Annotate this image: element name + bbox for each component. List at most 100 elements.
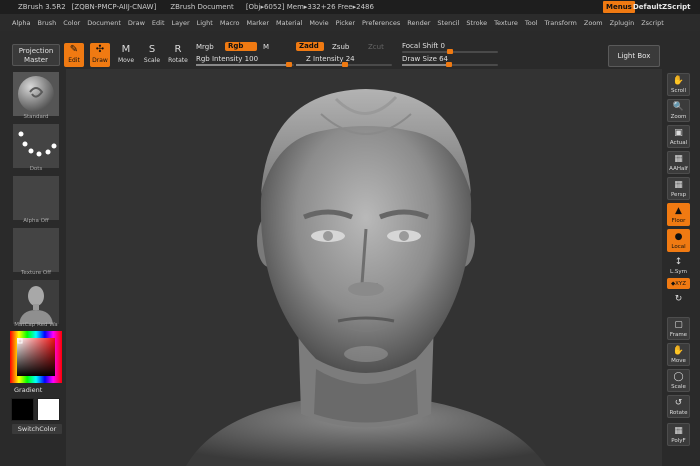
- menu-stroke[interactable]: Stroke: [466, 19, 487, 27]
- menu-draw[interactable]: Draw: [128, 19, 145, 27]
- draw-size-fill: [402, 64, 446, 66]
- zoom-label: Zoom: [670, 114, 687, 120]
- menu-macro[interactable]: Macro: [220, 19, 240, 27]
- focal-shift-slider[interactable]: [402, 49, 498, 54]
- menu-color[interactable]: Color: [63, 19, 80, 27]
- light-box-button[interactable]: Light Box: [608, 45, 660, 67]
- floor-button[interactable]: ▲ Floor: [667, 203, 690, 226]
- rotate-view-button[interactable]: ↺ Rotate: [667, 395, 690, 418]
- menu-transform[interactable]: Transform: [545, 19, 577, 27]
- scale-view-button[interactable]: ◯ Scale: [667, 369, 690, 392]
- floor-label: Floor: [671, 218, 686, 224]
- mrgb-button[interactable]: Mrgb: [196, 43, 214, 51]
- menu-tool[interactable]: Tool: [525, 19, 538, 27]
- material-thumbnail[interactable]: [12, 279, 60, 325]
- scale-mode-button[interactable]: S Scale: [142, 43, 162, 67]
- scroll-button[interactable]: ✋ Scroll: [667, 73, 690, 96]
- menu-zscript[interactable]: Zscript: [641, 19, 664, 27]
- default-zscript-button[interactable]: DefaultZScript: [633, 0, 691, 14]
- menus-button[interactable]: Menus: [603, 1, 635, 13]
- projection-master-button[interactable]: Projection Master: [12, 44, 60, 66]
- draw-size-slider[interactable]: [402, 62, 498, 67]
- scale-view-icon: ◯: [673, 372, 684, 382]
- rgb-button[interactable]: Rgb: [225, 42, 257, 51]
- zcut-button[interactable]: Zcut: [368, 43, 384, 51]
- edit-mode-button[interactable]: ✎ Edit: [64, 43, 84, 67]
- m-button[interactable]: M: [263, 43, 269, 51]
- lsym-icon: ↕: [674, 257, 683, 267]
- xyz-button[interactable]: ◆XYZ: [667, 278, 690, 289]
- rgb-intensity-knob[interactable]: [286, 62, 292, 67]
- top-shelf: Projection Master ✎ Edit ✣ Draw M Move S…: [0, 31, 700, 70]
- stroke-thumbnail-dots[interactable]: [12, 123, 60, 169]
- left-tray: Standard Dots Alpha Off Texture Off MatC…: [0, 69, 66, 466]
- rotate-label: Rotate: [168, 57, 188, 64]
- persp-button[interactable]: ▦ Persp: [667, 177, 690, 200]
- focal-shift-slider-label[interactable]: Focal Shift 0: [402, 42, 445, 50]
- menu-alpha[interactable]: Alpha: [12, 19, 30, 27]
- matcap-head-icon: [19, 286, 53, 324]
- z-intensity-knob[interactable]: [342, 62, 348, 67]
- move-hand-icon: ✋: [672, 346, 685, 356]
- menu-light[interactable]: Light: [197, 19, 213, 27]
- lsym-button[interactable]: ↕ L.Sym: [667, 255, 690, 278]
- app-title: ZBrush 3.5R2: [18, 3, 66, 11]
- brush-thumbnail-standard[interactable]: [12, 71, 60, 117]
- menu-movie[interactable]: Movie: [309, 19, 328, 27]
- dots-stroke-icon: [18, 131, 57, 157]
- stroke-label: Dots: [29, 166, 43, 172]
- local-button[interactable]: ● Local: [667, 229, 690, 252]
- document-canvas[interactable]: [66, 69, 662, 466]
- menu-material[interactable]: Material: [276, 19, 302, 27]
- local-label: Local: [671, 244, 686, 250]
- secondary-color-swatch[interactable]: [37, 398, 60, 421]
- zsub-button[interactable]: Zsub: [332, 43, 349, 51]
- aahalf-button[interactable]: ▦ AAHalf: [667, 151, 690, 174]
- menu-brush[interactable]: Brush: [37, 19, 56, 27]
- standard-brush-icon: [18, 76, 54, 112]
- switch-color-button[interactable]: SwitchColor: [12, 424, 62, 434]
- draw-mode-button[interactable]: ✣ Draw: [90, 43, 110, 67]
- focal-shift-knob[interactable]: [447, 49, 453, 54]
- menu-edit[interactable]: Edit: [152, 19, 165, 27]
- polyf-icon: ▦: [674, 426, 683, 436]
- menu-layer[interactable]: Layer: [172, 19, 190, 27]
- alpha-thumbnail[interactable]: [12, 175, 60, 221]
- draw-size-knob[interactable]: [446, 62, 452, 67]
- rotate-axis-icon-button[interactable]: ↻: [667, 292, 690, 310]
- rgb-intensity-slider-label[interactable]: Rgb Intensity 100: [196, 55, 258, 63]
- menu-render[interactable]: Render: [407, 19, 430, 27]
- menu-zplugin[interactable]: Zplugin: [610, 19, 635, 27]
- draw-crosshair-icon: ✣: [95, 44, 105, 55]
- move-icon: M: [121, 44, 131, 55]
- color-picker[interactable]: [10, 331, 62, 383]
- menu-document[interactable]: Document: [87, 19, 121, 27]
- rgb-intensity-slider[interactable]: [196, 62, 294, 67]
- sculpt-head-model[interactable]: [66, 69, 662, 466]
- menu-marker[interactable]: Marker: [247, 19, 269, 27]
- move-mode-button[interactable]: M Move: [116, 43, 136, 67]
- rotate-mode-button[interactable]: R Rotate: [168, 43, 188, 67]
- menu-picker[interactable]: Picker: [336, 19, 355, 27]
- rotate-axis-icon: ↻: [674, 294, 683, 304]
- draw-size-slider-label[interactable]: Draw Size 64: [402, 55, 448, 63]
- menu-texture[interactable]: Texture: [494, 19, 518, 27]
- texture-thumbnail[interactable]: [12, 227, 60, 273]
- move-view-button[interactable]: ✋ Move: [667, 343, 690, 366]
- polyf-button[interactable]: ▦ PolyF: [667, 423, 690, 446]
- z-intensity-slider[interactable]: [296, 62, 392, 67]
- title-bar: ZBrush 3.5R2 [ZQBN-PMCP-AIIJ-CNAW] ZBrus…: [0, 0, 700, 14]
- floor-icon: ▲: [675, 206, 682, 216]
- brush-label: Standard: [23, 114, 49, 120]
- gradient-button[interactable]: Gradient: [12, 385, 64, 395]
- color-picker-icon: [10, 331, 62, 383]
- main-color-swatch[interactable]: [11, 398, 34, 421]
- zoom-button[interactable]: 🔍 Zoom: [667, 99, 690, 122]
- menu-stencil[interactable]: Stencil: [437, 19, 459, 27]
- menu-zoom[interactable]: Zoom: [584, 19, 603, 27]
- zadd-button[interactable]: Zadd: [296, 42, 324, 51]
- frame-button[interactable]: ▢ Frame: [667, 317, 690, 340]
- memory-readout: [Obj▸6052] Mem▸332+26 Free▸2486: [245, 3, 374, 11]
- actual-button[interactable]: ▣ Actual: [667, 125, 690, 148]
- menu-preferences[interactable]: Preferences: [362, 19, 400, 27]
